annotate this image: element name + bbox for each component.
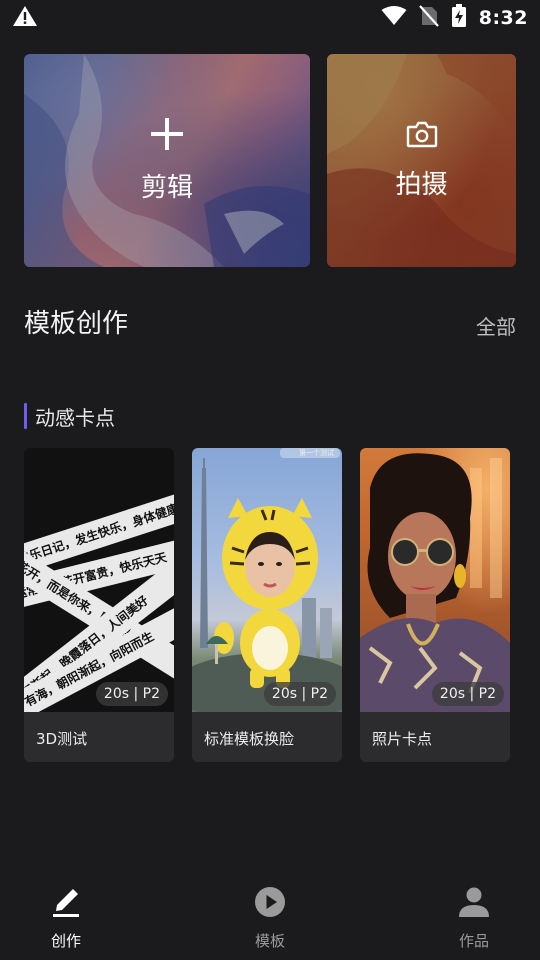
template-title: 3D测试 xyxy=(36,730,88,748)
shoot-label: 拍摄 xyxy=(395,170,448,200)
view-all-link[interactable]: 全部 xyxy=(476,311,516,340)
camera-icon xyxy=(406,120,438,152)
status-bar: 8:32 xyxy=(0,0,540,36)
tiger-sign-text: 第一个测试 xyxy=(299,449,334,457)
nav-label-create: 创作 xyxy=(50,932,81,950)
template-card-3d-test[interactable]: 生日快乐日记，发生快乐，身体健康 好运常在，花开富贵，快乐天天 不是花开，而是你… xyxy=(24,448,174,762)
duration-badge: 20s | P2 xyxy=(263,682,336,706)
template-thumbnail: 生日快乐日记，发生快乐，身体健康 好运常在，花开富贵，快乐天天 不是花开，而是你… xyxy=(24,448,174,712)
user-icon xyxy=(458,886,490,922)
template-title: 标准模板换脸 xyxy=(204,730,295,748)
no-sim-icon xyxy=(418,5,439,31)
nav-label-template: 模板 xyxy=(254,932,285,950)
portrait-illustration xyxy=(360,453,510,712)
status-time: 8:32 xyxy=(478,7,528,29)
edit-card[interactable]: 剪辑 xyxy=(24,54,310,267)
template-section-title: 模板创作 xyxy=(24,309,129,339)
edit-label: 剪辑 xyxy=(140,173,193,203)
alert-icon xyxy=(12,5,38,31)
shoot-card[interactable]: 拍摄 xyxy=(327,54,516,267)
category-accent-bar xyxy=(24,403,27,429)
app-screen: 8:32 剪辑 拍摄 模板创作 全部 动感卡点 生日快乐日记，发生快乐，身体健康… xyxy=(0,0,540,960)
tiger-mascot-illustration xyxy=(192,448,342,712)
category-header: 动感卡点 xyxy=(24,402,115,430)
plus-icon xyxy=(150,117,184,155)
duration-badge: 20s | P2 xyxy=(431,682,504,706)
template-thumbnail: 第一个测试 20s | P2 xyxy=(192,448,342,712)
nav-item-template[interactable]: 模板 xyxy=(210,886,330,951)
category-label: 动感卡点 xyxy=(35,405,115,430)
wifi-icon xyxy=(381,6,407,30)
nav-label-works: 作品 xyxy=(458,932,489,950)
duration-badge: 20s | P2 xyxy=(95,682,168,706)
nav-item-create[interactable]: 创作 xyxy=(6,886,126,951)
play-circle-icon xyxy=(254,886,286,922)
template-card-face-swap[interactable]: 第一个测试 20s | P2 标准模板换脸 xyxy=(192,448,342,762)
bottom-navigation: 创作 模板 作品 xyxy=(0,880,540,960)
template-card-photo-beat[interactable]: 20s | P2 照片卡点 xyxy=(360,448,510,762)
battery-charging-icon xyxy=(451,4,467,32)
template-thumbnail: 20s | P2 xyxy=(360,448,510,712)
template-title: 照片卡点 xyxy=(372,730,433,748)
pencil-icon xyxy=(51,886,81,922)
nav-item-works[interactable]: 作品 xyxy=(414,886,534,951)
